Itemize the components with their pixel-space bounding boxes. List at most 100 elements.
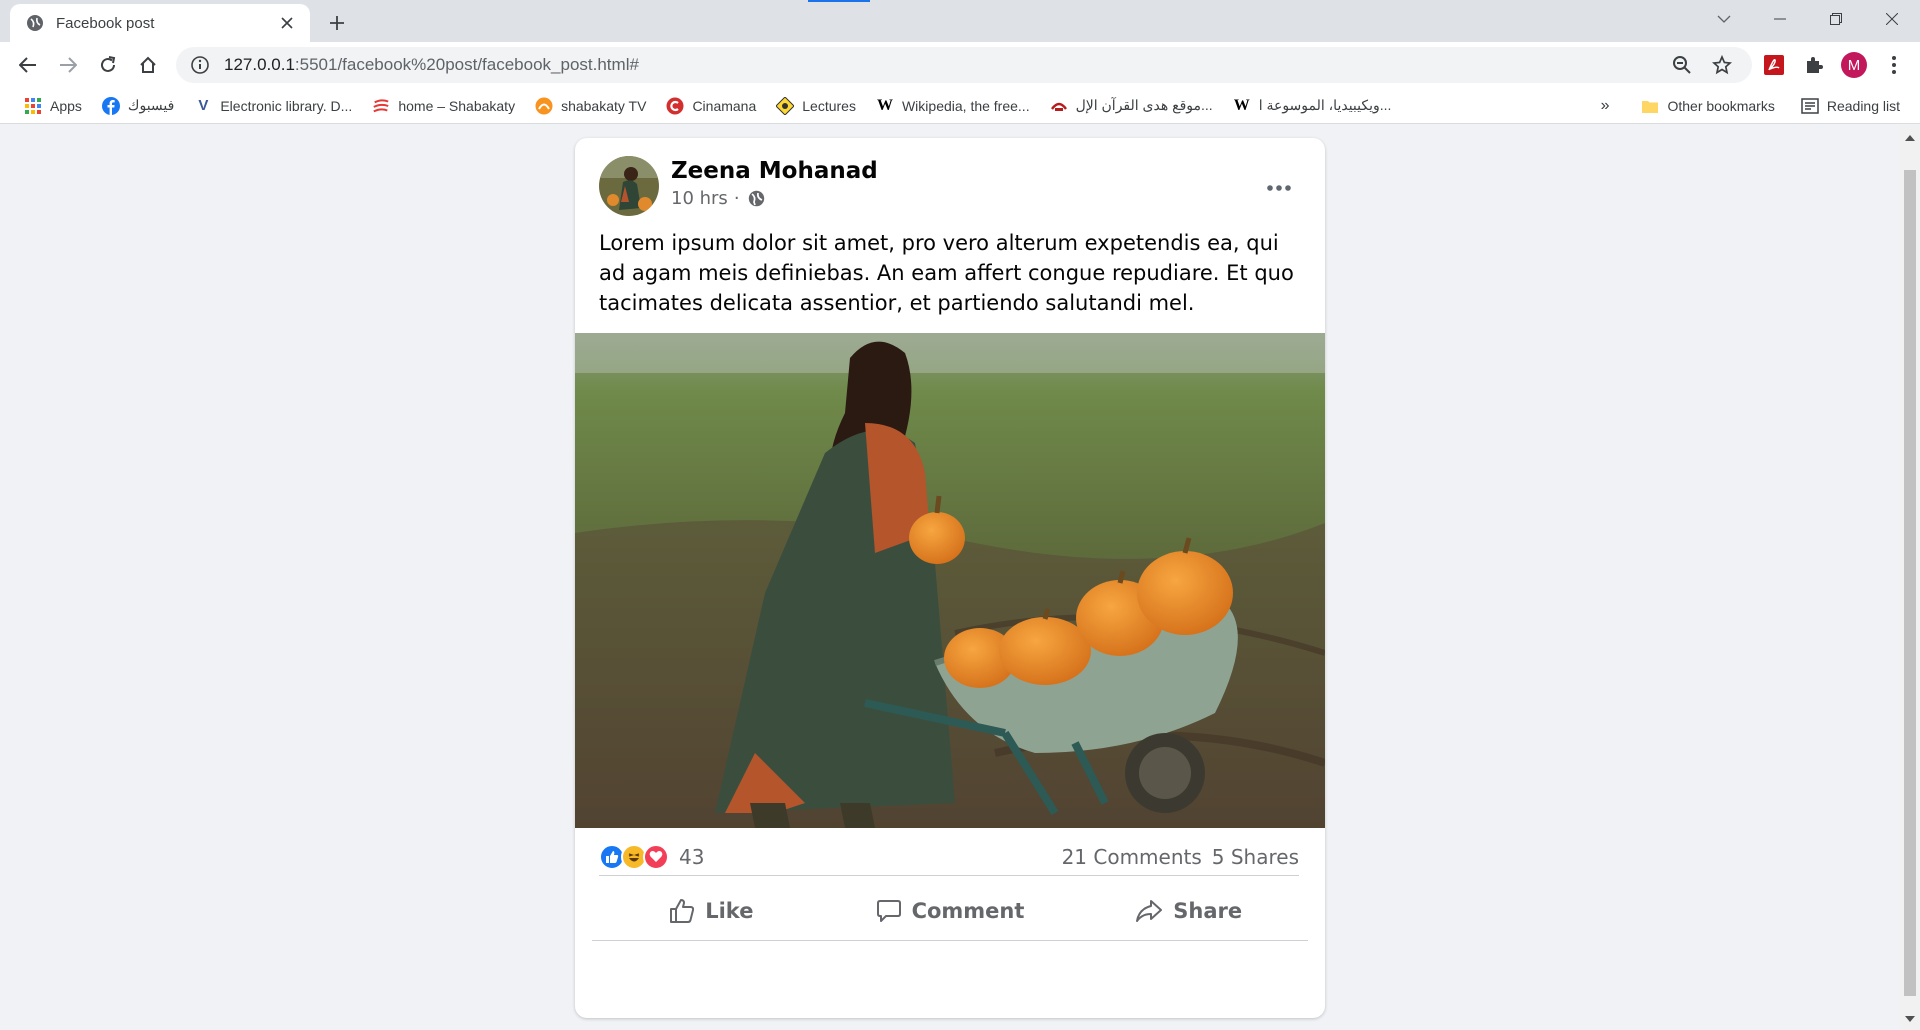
share-arrow-icon — [1135, 898, 1163, 924]
thumbs-up-icon — [669, 898, 695, 924]
comment-label: Comment — [911, 898, 1025, 923]
bookmark-apps[interactable]: Apps — [16, 92, 90, 120]
bookmark-facebook[interactable]: فيسبوك — [94, 92, 182, 120]
author-avatar[interactable] — [599, 156, 659, 216]
puzzle-extensions-icon[interactable] — [1794, 45, 1834, 85]
forward-arrow-icon[interactable] — [48, 45, 88, 85]
bookmark-label: Cinamana — [692, 97, 757, 114]
bookmark-label: Lectures — [802, 97, 856, 114]
bookmark-cinamana[interactable]: Cinamana — [658, 92, 764, 120]
comment-bubble-icon — [876, 898, 902, 924]
close-window-icon[interactable] — [1864, 0, 1920, 38]
engagement-counts: 21 Comments 5 Shares — [1052, 845, 1299, 869]
post-stats: 43 21 Comments 5 Shares — [599, 840, 1299, 876]
bookmark-lectures[interactable]: Lectures — [768, 92, 864, 120]
other-bookmarks-folder[interactable]: Other bookmarks — [1633, 92, 1782, 120]
bookmark-wikipedia-ar[interactable]: W ويكيبيديا، الموسوعة ا... — [1225, 92, 1400, 120]
home-icon[interactable] — [128, 45, 168, 85]
extensions-area: M — [1754, 42, 1920, 88]
reading-list-icon — [1801, 97, 1819, 115]
window-controls — [1696, 0, 1920, 38]
profile-avatar[interactable]: M — [1834, 45, 1874, 85]
url-host: 127.0.0.1 — [224, 55, 295, 74]
page-viewport: Zeena Mohanad 10 hrs · Lorem ipsum dolor… — [0, 125, 1920, 1030]
bookmark-shabakaty[interactable]: home – Shabakaty — [364, 92, 523, 120]
meta-separator: · — [733, 188, 740, 209]
globe-icon — [26, 14, 44, 32]
bookmark-label: Wikipedia, the free... — [901, 97, 1030, 114]
zoom-icon[interactable] — [1666, 49, 1698, 81]
like-button[interactable]: Like — [592, 881, 831, 940]
back-arrow-icon[interactable] — [8, 45, 48, 85]
cinamana-icon — [666, 97, 684, 115]
bookmark-label: Reading list — [1826, 98, 1900, 114]
quran-site-icon — [1050, 97, 1068, 115]
new-tab-button[interactable] — [322, 8, 352, 38]
bookmark-star-icon[interactable] — [1706, 49, 1738, 81]
share-button[interactable]: Share — [1069, 881, 1308, 940]
post-actions: Like Comment Share — [592, 881, 1308, 941]
comments-count[interactable]: 21 Comments — [1062, 845, 1202, 869]
post-time[interactable]: 10 hrs — [671, 188, 728, 209]
post-meta: 10 hrs · — [671, 188, 765, 209]
reading-list-button[interactable]: Reading list — [1793, 92, 1908, 120]
url-text[interactable]: 127.0.0.1:5501/facebook%20post/facebook_… — [224, 55, 1658, 75]
lectures-icon — [776, 96, 795, 115]
reload-icon[interactable] — [88, 45, 128, 85]
bookmark-label: ويكيبيديا، الموسوعة ا... — [1258, 97, 1392, 113]
more-options-icon[interactable] — [1259, 170, 1299, 206]
bookmark-label: موقع هدى القرآن الإل... — [1075, 97, 1213, 113]
like-label: Like — [705, 898, 754, 923]
tab-title: Facebook post — [56, 14, 155, 32]
comment-button[interactable]: Comment — [831, 881, 1070, 940]
browser-toolbar: 127.0.0.1:5501/facebook%20post/facebook_… — [0, 42, 1920, 88]
reaction-icons[interactable] — [599, 843, 669, 870]
tab-close-icon[interactable] — [276, 12, 298, 34]
tab-search-chevron-icon[interactable] — [1696, 0, 1752, 38]
wikipedia-icon: W — [1233, 96, 1250, 114]
bookmarks-right: » Other bookmarks Reading list — [1593, 92, 1912, 120]
minimize-icon[interactable] — [1752, 0, 1808, 38]
share-label: Share — [1173, 898, 1243, 923]
bookmarks-overflow-button[interactable]: » — [1593, 92, 1618, 120]
shares-count[interactable]: 5 Shares — [1212, 845, 1299, 869]
facebook-post-card: Zeena Mohanad 10 hrs · Lorem ipsum dolor… — [575, 138, 1325, 1018]
bookmark-electronic-library[interactable]: V Electronic library. D... — [186, 92, 360, 120]
bookmark-label: shabakaty TV — [561, 97, 647, 114]
scroll-up-arrow-icon[interactable] — [1905, 135, 1915, 141]
facebook-icon — [101, 96, 120, 115]
wikipedia-icon: W — [876, 96, 893, 114]
scrollbar-thumb[interactable] — [1904, 170, 1916, 996]
post-photo[interactable] — [575, 333, 1325, 828]
info-icon[interactable] — [190, 55, 210, 75]
address-bar[interactable]: 127.0.0.1:5501/facebook%20post/facebook_… — [176, 47, 1752, 83]
bookmark-label: Electronic library. D... — [220, 97, 353, 114]
reaction-count[interactable]: 43 — [679, 845, 704, 869]
pdf-extension-icon[interactable] — [1754, 45, 1794, 85]
restore-icon[interactable] — [1808, 0, 1864, 38]
bookmark-label: home – Shabakaty — [398, 97, 516, 114]
bookmark-label: Other bookmarks — [1667, 98, 1775, 114]
browser-tab[interactable]: Facebook post — [10, 4, 310, 42]
globe-icon — [748, 190, 765, 207]
bookmark-label: فيسبوك — [127, 97, 175, 113]
scroll-down-arrow-icon[interactable] — [1905, 1016, 1915, 1022]
bookmark-label: Apps — [50, 97, 82, 114]
shabakaty-tv-icon — [535, 97, 553, 115]
bookmarks-bar: Apps فيسبوك V Electronic library. D... h… — [0, 88, 1920, 124]
post-header: Zeena Mohanad 10 hrs · — [599, 156, 1299, 218]
bookmark-wikipedia[interactable]: W Wikipedia, the free... — [868, 92, 1038, 120]
bookmark-shabakaty-tv[interactable]: shabakaty TV — [527, 92, 654, 120]
kebab-menu-icon[interactable] — [1874, 45, 1914, 85]
tab-strip: Facebook post — [0, 0, 1920, 42]
shabakaty-icon — [372, 97, 390, 115]
page-scrollbar[interactable] — [1900, 125, 1920, 1030]
profile-initial: M — [1841, 52, 1867, 78]
folder-icon — [1641, 97, 1659, 115]
tab-indicator — [808, 0, 870, 2]
overflow-chevron: » — [1600, 97, 1610, 114]
y-icon: V — [198, 97, 209, 114]
apps-grid-icon — [24, 97, 42, 115]
author-name[interactable]: Zeena Mohanad — [671, 158, 878, 184]
bookmark-quran-site[interactable]: موقع هدى القرآن الإل... — [1042, 92, 1221, 120]
